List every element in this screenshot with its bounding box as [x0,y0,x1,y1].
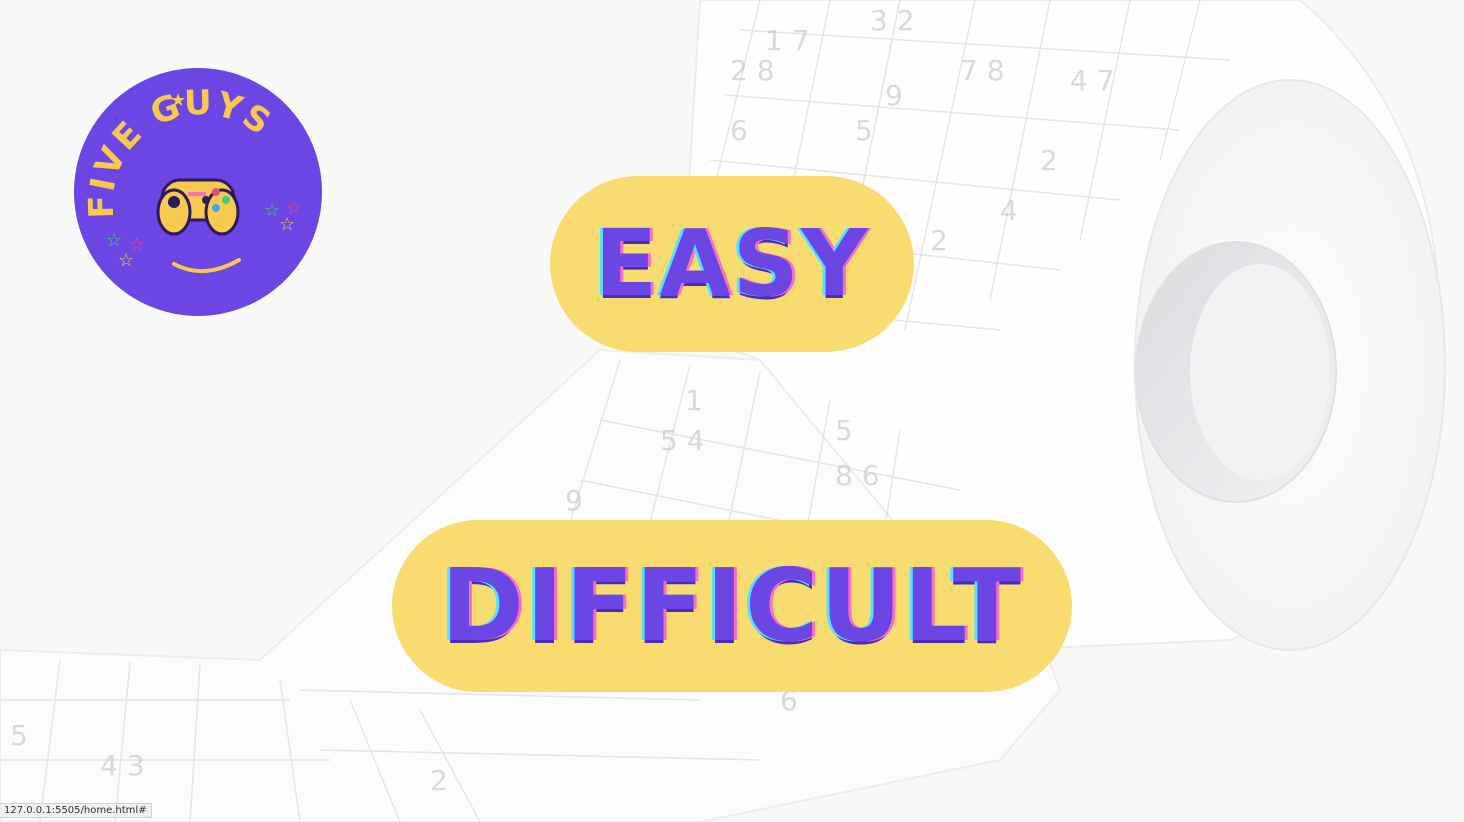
svg-text:☆: ☆ [279,214,295,235]
easy-label: EASY [594,210,870,317]
gamepad-icon: FIVE GUYS ★ ☆ ☆ ☆ ☆ ☆ ☆ [74,68,322,316]
svg-text:☆: ☆ [118,250,134,271]
status-url: 127.0.0.1:5505/home.html# [0,803,152,818]
easy-button[interactable]: EASY [550,176,914,352]
home-page: 1 7 3 2 2 8 9 7 8 4 7 6 5 2 4 2 1 5 4 5 … [0,0,1464,822]
svg-text:☆: ☆ [106,230,122,251]
svg-text:☆: ☆ [264,200,280,221]
difficult-button[interactable]: DIFFICULT [392,520,1072,692]
five-guys-logo[interactable]: FIVE GUYS ★ ☆ ☆ ☆ ☆ ☆ ☆ [74,68,322,316]
svg-text:★: ★ [170,90,186,111]
difficult-label: DIFFICULT [440,547,1023,664]
